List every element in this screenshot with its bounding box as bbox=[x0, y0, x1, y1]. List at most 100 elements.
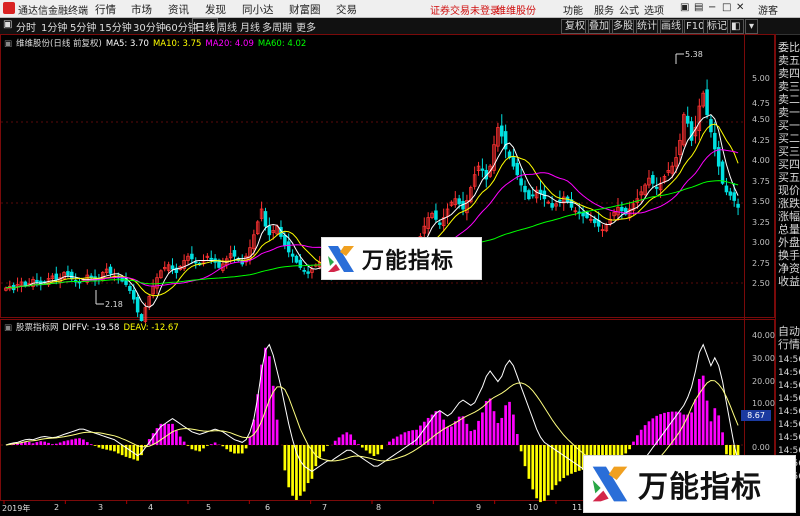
menu-item-market[interactable]: 市场 bbox=[131, 2, 152, 17]
tab-period-30min[interactable]: 30分钟 bbox=[133, 19, 166, 34]
tab-period-5min[interactable]: 5分钟 bbox=[70, 19, 96, 34]
candle-down bbox=[720, 161, 725, 184]
menu-item-xiaoda[interactable]: 同小达 bbox=[242, 2, 274, 17]
candle-down bbox=[620, 206, 624, 212]
x-tick: 2 bbox=[54, 503, 60, 512]
maximize-icon[interactable]: □ bbox=[722, 2, 731, 13]
quote-label: 外盘 bbox=[778, 236, 800, 249]
menu-item-trade[interactable]: 交易 bbox=[336, 2, 357, 17]
indicator-selected-value: 8.67 bbox=[741, 410, 771, 421]
indicator-tick: 0.00 bbox=[752, 443, 770, 452]
tab-period-fenshi[interactable]: 分时 bbox=[16, 19, 36, 34]
price-tick: 2.50 bbox=[752, 279, 770, 288]
tab-period-15min[interactable]: 15分钟 bbox=[99, 19, 132, 34]
candle-down bbox=[689, 121, 694, 141]
skin-icon[interactable]: ▣ bbox=[680, 2, 689, 13]
watermark-logo-icon bbox=[328, 245, 354, 272]
price-tick: 3.50 bbox=[752, 197, 770, 206]
tick-time: 14:56 bbox=[778, 407, 800, 417]
auto-label[interactable]: 自动 bbox=[778, 326, 800, 338]
menu-service[interactable]: 服务 bbox=[594, 2, 614, 17]
menu-item-news[interactable]: 资讯 bbox=[168, 2, 189, 17]
indicator-tick: 30.00 bbox=[752, 354, 775, 363]
tick-time: 14:56 bbox=[778, 420, 800, 430]
candle-down bbox=[290, 253, 295, 257]
app-logo-icon bbox=[3, 2, 15, 14]
quote-label: 卖五 bbox=[778, 54, 800, 67]
tab-period-multi[interactable]: 多周期 bbox=[262, 19, 292, 34]
tick-time: 14:56 bbox=[778, 355, 800, 365]
candle-down bbox=[298, 259, 303, 268]
user-guest[interactable]: 游客 bbox=[758, 2, 778, 17]
quote-label: 卖四 bbox=[778, 67, 800, 80]
candle-down bbox=[515, 162, 520, 176]
btn-panel-left-icon[interactable]: ◧ bbox=[727, 19, 745, 34]
quote-label: 现价 bbox=[778, 184, 800, 197]
candle-down bbox=[685, 115, 690, 124]
price-tick: 4.00 bbox=[752, 156, 770, 165]
menu-item-quotes[interactable]: 行情 bbox=[95, 2, 116, 17]
watermark-corner: 万能指标 bbox=[583, 455, 796, 513]
price-tick: 5.00 bbox=[752, 74, 770, 83]
quote-label: 买二 bbox=[778, 132, 800, 145]
x-tick: 2019年 bbox=[2, 504, 31, 513]
legend-ma60: MA60: 4.02 bbox=[257, 39, 307, 49]
close-icon[interactable]: ✕ bbox=[736, 2, 744, 13]
candle-down bbox=[519, 178, 523, 186]
quote-label: 换手 bbox=[778, 249, 800, 262]
tab-period-1min[interactable]: 1分钟 bbox=[41, 19, 67, 34]
x-tick: 10 bbox=[528, 503, 539, 512]
quote-info-panel: 委比 卖五 卖四 卖三 卖二 卖一 买一 买二 买三 买四 买五 现价 涨跌 涨… bbox=[775, 34, 800, 504]
x-tick: 4 bbox=[148, 503, 154, 512]
quote-label: 卖二 bbox=[778, 93, 800, 106]
tab-period-weekly[interactable]: 周线 bbox=[217, 19, 237, 34]
menu-options[interactable]: 选项 bbox=[644, 2, 664, 17]
tick-time: 14:56 bbox=[778, 394, 800, 404]
menu-item-discover[interactable]: 发现 bbox=[205, 2, 226, 17]
price-tick: 4.75 bbox=[752, 99, 770, 108]
tab-period-monthly[interactable]: 月线 bbox=[240, 19, 260, 34]
candle-down bbox=[480, 168, 485, 171]
watermark-logo-icon bbox=[592, 466, 628, 502]
candle-down bbox=[286, 241, 291, 253]
price-tick: 2.75 bbox=[752, 259, 770, 268]
login-notice[interactable]: 证券交易未登录 bbox=[430, 2, 500, 17]
settings-icon[interactable]: ▤ bbox=[694, 2, 703, 13]
candle-down bbox=[267, 225, 272, 236]
candle-down bbox=[54, 273, 59, 280]
candle-down bbox=[66, 271, 70, 276]
tab-period-daily[interactable]: 日线 bbox=[192, 18, 218, 35]
candle-down bbox=[651, 175, 655, 184]
menu-function[interactable]: 功能 bbox=[563, 2, 583, 17]
candle-down bbox=[170, 265, 175, 270]
candlestick-series bbox=[4, 79, 740, 324]
btn-menu-icon[interactable]: ▾ bbox=[745, 19, 759, 34]
candle-down bbox=[523, 185, 527, 193]
candle-down bbox=[135, 296, 140, 313]
quote-label: 收益 bbox=[778, 275, 800, 288]
quote-label: 卖一 bbox=[778, 106, 800, 119]
indicator-dea: DEAV: -12.67 bbox=[123, 323, 179, 333]
candle-down bbox=[89, 275, 93, 279]
tick-time: 14:56 bbox=[778, 433, 800, 443]
candle-down bbox=[193, 261, 198, 264]
minimize-icon[interactable]: − bbox=[708, 2, 716, 13]
candle-down bbox=[35, 279, 39, 283]
btn-drawline[interactable]: 画线 bbox=[657, 19, 685, 34]
price-legend: ▣ 维维股份(日线 前复权) MA5: 3.70 MA10: 3.75 MA20: 4.… bbox=[4, 37, 310, 49]
quote-label: 涨跌 bbox=[778, 197, 800, 210]
low-label: 2.18 bbox=[105, 300, 123, 309]
x-tick: 5 bbox=[206, 503, 212, 512]
menu-item-wealth[interactable]: 财富圈 bbox=[289, 2, 321, 17]
panel-toggle-icon[interactable]: ▣ bbox=[3, 19, 12, 30]
legend-ma20: MA20: 4.09 bbox=[205, 39, 254, 49]
candle-down bbox=[654, 186, 659, 189]
candle-down bbox=[294, 255, 299, 263]
quote-label[interactable]: 行情 bbox=[778, 339, 800, 351]
tab-period-more[interactable]: 更多 bbox=[296, 19, 316, 34]
indicator-tick: 40.00 bbox=[752, 331, 775, 340]
legend-ma10: MA10: 3.75 bbox=[152, 39, 202, 49]
menu-formula[interactable]: 公式 bbox=[619, 2, 639, 17]
candle-down bbox=[132, 290, 136, 300]
quote-label: 卖三 bbox=[778, 80, 800, 93]
